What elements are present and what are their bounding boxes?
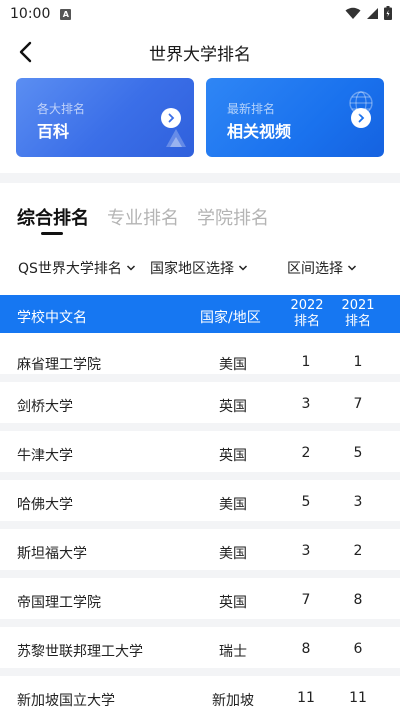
globe-decoration-icon (349, 91, 373, 115)
rank-2022: 2 (301, 445, 311, 461)
table-row[interactable]: 麻省理工学院 美国 1 1 (0, 333, 400, 374)
column-header-country: 国家/地区 (200, 310, 261, 326)
school-name: 牛津大学 (17, 448, 73, 464)
column-header-rank: 排名 (293, 314, 320, 329)
rank-2022: 11 (297, 690, 315, 706)
table-header: 学校中文名 国家/地区 2022 排名 2021 排名 (0, 295, 400, 333)
tab-overall-ranking[interactable]: 综合排名 (17, 204, 89, 230)
triangle-decoration-icon (166, 129, 186, 147)
arrow-right-icon (161, 108, 181, 128)
table-row[interactable]: 哈佛大学 美国 5 3 (0, 472, 400, 521)
school-country: 英国 (219, 399, 247, 415)
school-name: 麻省理工学院 (17, 357, 101, 373)
rank-2022: 7 (301, 592, 311, 608)
active-tab-indicator (41, 232, 63, 235)
table-row[interactable]: 剑桥大学 英国 3 7 (0, 374, 400, 423)
school-country: 美国 (219, 546, 247, 562)
wifi-icon (345, 7, 361, 19)
related-videos-card[interactable]: 最新排名 相关视频 (206, 78, 384, 157)
table-row[interactable]: 斯坦福大学 美国 3 2 (0, 521, 400, 570)
rank-2021: 3 (353, 494, 363, 510)
ranking-tabs: 综合排名 专业排名 学院排名 (17, 204, 287, 235)
school-country: 新加坡 (212, 693, 254, 709)
table-row[interactable]: 牛津大学 英国 2 5 (0, 423, 400, 472)
chevron-down-icon (238, 265, 248, 271)
table-row[interactable]: 苏黎世联邦理工大学 瑞士 8 6 (0, 619, 400, 668)
school-name: 新加坡国立大学 (17, 693, 115, 709)
status-bar: 10:00 A (0, 0, 400, 28)
table-row[interactable]: 帝国理工学院 英国 7 8 (0, 570, 400, 619)
status-time: 10:00 (10, 6, 51, 22)
chevron-down-icon (347, 265, 357, 271)
column-header-2021: 2021 排名 (340, 298, 376, 330)
filter-label: 国家地区选择 (150, 261, 234, 277)
tab-college-ranking[interactable]: 学院排名 (197, 204, 269, 230)
rank-2021: 5 (353, 445, 363, 461)
banner-subtitle: 最新排名 (227, 102, 276, 116)
filter-label: QS世界大学排名 (18, 261, 122, 277)
back-button[interactable] (14, 38, 38, 66)
rank-2022: 3 (301, 543, 311, 559)
rank-2022: 5 (301, 494, 311, 510)
ranking-source-filter[interactable]: QS世界大学排名 (18, 258, 136, 278)
column-header-year: 2022 (290, 298, 324, 313)
rank-2021: 1 (353, 354, 363, 370)
notification-icon: A (60, 8, 72, 20)
school-name: 斯坦福大学 (17, 546, 87, 562)
section-divider (0, 173, 400, 183)
rank-2021: 7 (353, 396, 363, 412)
country-region-filter[interactable]: 国家地区选择 (150, 258, 248, 278)
column-header-name: 学校中文名 (17, 310, 87, 326)
page-title: 世界大学排名 (149, 44, 251, 65)
school-name: 哈佛大学 (17, 497, 73, 513)
rank-2021: 2 (353, 543, 363, 559)
rank-2022: 8 (301, 641, 311, 657)
encyclopedia-card[interactable]: 各大排名 百科 (16, 78, 194, 157)
school-country: 瑞士 (219, 644, 247, 660)
ranking-list: 麻省理工学院 美国 1 1 剑桥大学 英国 3 7 牛津大学 英国 2 5 哈佛… (0, 333, 400, 717)
column-header-year: 2021 (341, 298, 375, 313)
tab-major-ranking[interactable]: 专业排名 (107, 204, 179, 230)
filter-bar: QS世界大学排名 国家地区选择 区间选择 (0, 258, 400, 280)
banner-subtitle: 各大排名 (37, 102, 86, 116)
rank-2022: 1 (301, 354, 311, 370)
table-row[interactable]: 新加坡国立大学 新加坡 11 11 (0, 668, 400, 717)
school-name: 苏黎世联邦理工大学 (17, 644, 143, 660)
school-name: 剑桥大学 (17, 399, 73, 415)
school-country: 美国 (219, 357, 247, 373)
chevron-left-icon (19, 41, 32, 63)
rank-2021: 11 (349, 690, 367, 706)
banner-cards: 各大排名 百科 最新排名 相关视频 (16, 78, 384, 158)
rank-2021: 6 (353, 641, 363, 657)
rank-2021: 8 (353, 592, 363, 608)
battery-icon (384, 6, 392, 20)
signal-icon (367, 7, 378, 19)
app-header: 世界大学排名 (0, 28, 400, 76)
school-country: 英国 (219, 448, 247, 464)
rank-2022: 3 (301, 396, 311, 412)
banner-title: 百科 (37, 122, 70, 141)
column-header-2022: 2022 排名 (289, 298, 325, 330)
range-filter[interactable]: 区间选择 (287, 258, 357, 278)
school-name: 帝国理工学院 (17, 595, 101, 611)
filter-label: 区间选择 (287, 261, 343, 277)
status-icons (345, 6, 392, 20)
chevron-down-icon (126, 265, 135, 271)
school-country: 英国 (219, 595, 247, 611)
school-country: 美国 (219, 497, 247, 513)
column-header-rank: 排名 (344, 314, 371, 329)
banner-title: 相关视频 (227, 122, 292, 141)
